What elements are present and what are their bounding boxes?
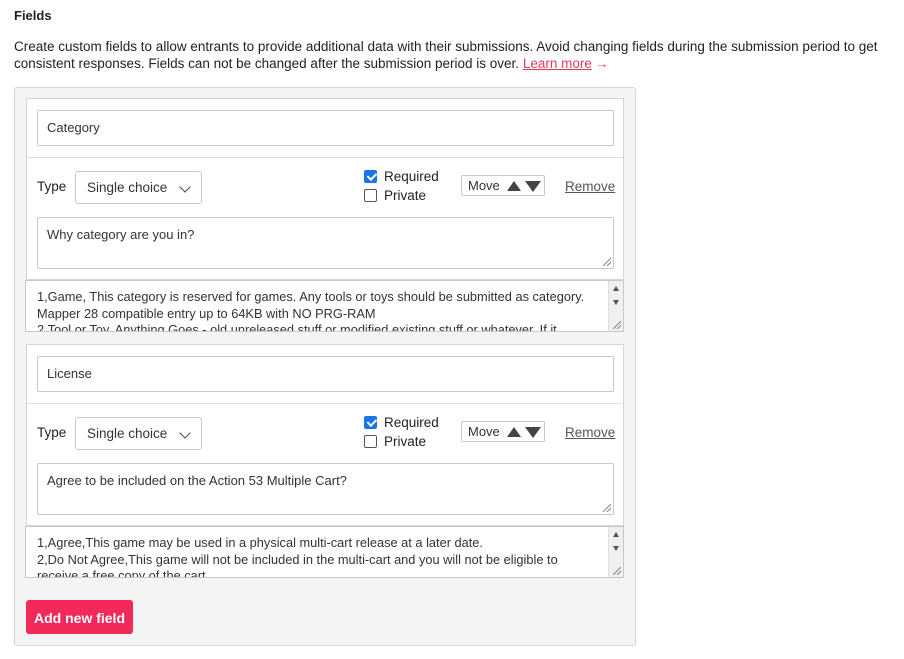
field-editor-category: Category Type Single choice Required Pri… (26, 98, 624, 280)
private-label: Private (384, 433, 427, 449)
section-heading: Fields (14, 8, 52, 23)
choices-textarea[interactable]: 1,Agree,This game may be used in a physi… (25, 526, 624, 578)
field-description-text: Why category are you in? (47, 227, 195, 242)
divider (27, 403, 623, 404)
scroll-down-arrow-icon[interactable] (613, 546, 619, 551)
private-checkbox-row[interactable]: Private (364, 186, 426, 204)
chevron-down-icon (179, 427, 191, 439)
required-checkbox[interactable] (364, 415, 377, 429)
field-editor-license: License Type Single choice Required Priv… (26, 344, 624, 526)
required-checkbox-row[interactable]: Required (364, 413, 439, 431)
private-checkbox[interactable] (364, 434, 377, 448)
type-select[interactable]: Single choice (75, 171, 202, 204)
private-checkbox[interactable] (364, 188, 377, 202)
field-name-input[interactable]: Category (37, 110, 614, 146)
remove-link[interactable]: Remove (565, 179, 615, 194)
move-button[interactable]: Move (461, 175, 545, 196)
move-up-icon[interactable] (507, 427, 521, 437)
field-description-text: Agree to be included on the Action 53 Mu… (47, 473, 347, 488)
private-label: Private (384, 187, 427, 203)
required-label: Required (384, 168, 439, 184)
fields-container: Category Type Single choice Required Pri… (14, 87, 636, 646)
move-button[interactable]: Move (461, 421, 545, 442)
field-description-textarea[interactable]: Agree to be included on the Action 53 Mu… (37, 463, 614, 515)
scroll-up-arrow-icon[interactable] (613, 286, 619, 291)
move-down-icon[interactable] (525, 427, 541, 438)
move-up-icon[interactable] (507, 181, 521, 191)
section-description: Create custom fields to allow entrants t… (14, 38, 894, 72)
type-label: Type (37, 425, 67, 440)
scroll-up-arrow-icon[interactable] (613, 532, 619, 537)
type-label: Type (37, 179, 67, 194)
chevron-down-icon (179, 181, 191, 193)
move-down-icon[interactable] (525, 181, 541, 192)
fields-page: Fields Create custom fields to allow ent… (0, 0, 904, 659)
add-new-field-button[interactable]: Add new field (26, 600, 133, 634)
type-select-value: Single choice (87, 426, 168, 441)
choices-text: 1,Agree,This game may be used in a physi… (37, 535, 558, 578)
remove-link[interactable]: Remove (565, 425, 615, 440)
required-checkbox-row[interactable]: Required (364, 167, 439, 185)
private-checkbox-row[interactable]: Private (364, 432, 426, 450)
choices-text: 1,Game, This category is reserved for ga… (37, 289, 585, 332)
choices-textarea[interactable]: 1,Game, This category is reserved for ga… (25, 280, 624, 332)
scrollbar[interactable] (608, 281, 623, 331)
field-name-input[interactable]: License (37, 356, 614, 392)
scrollbar[interactable] (608, 527, 623, 577)
resize-grip-icon[interactable] (613, 567, 621, 575)
resize-grip-icon[interactable] (613, 321, 621, 329)
divider (27, 157, 623, 158)
resize-grip-icon[interactable] (603, 504, 611, 512)
type-select[interactable]: Single choice (75, 417, 202, 450)
field-description-textarea[interactable]: Why category are you in? (37, 217, 614, 269)
scroll-down-arrow-icon[interactable] (613, 300, 619, 305)
required-checkbox[interactable] (364, 169, 377, 183)
resize-grip-icon[interactable] (603, 258, 611, 266)
arrow-right-icon: → (594, 56, 609, 71)
description-text: Create custom fields to allow entrants t… (14, 39, 878, 71)
required-label: Required (384, 414, 439, 430)
type-select-value: Single choice (87, 180, 168, 195)
move-label: Move (468, 178, 500, 193)
move-label: Move (468, 424, 500, 439)
learn-more-link[interactable]: Learn more (523, 56, 592, 71)
